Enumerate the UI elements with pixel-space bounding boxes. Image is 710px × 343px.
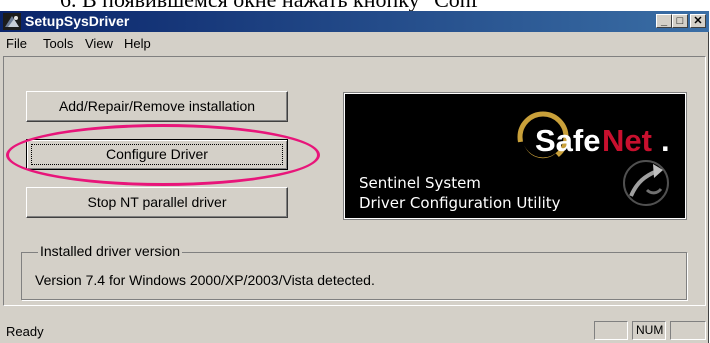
brand-dot-text: . bbox=[661, 123, 670, 158]
stop-nt-parallel-button[interactable]: Stop NT parallel driver bbox=[26, 187, 288, 218]
window-title: SetupSysDriver bbox=[25, 13, 130, 29]
status-pane-caps bbox=[594, 321, 628, 340]
menu-tools[interactable]: Tools bbox=[43, 36, 73, 51]
add-repair-remove-button[interactable]: Add/Repair/Remove installation bbox=[26, 91, 288, 122]
brand-safe-text: Safe bbox=[535, 123, 600, 158]
configure-driver-label: Configure Driver bbox=[106, 146, 208, 162]
status-pane-scroll bbox=[670, 321, 706, 340]
menu-bar: File Tools View Help bbox=[0, 32, 709, 54]
version-text: Version 7.4 for Windows 2000/XP/2003/Vis… bbox=[35, 272, 375, 288]
logo-line-2: Driver Configuration Utility bbox=[359, 194, 561, 212]
title-bar[interactable]: SetupSysDriver _ □ ✕ bbox=[0, 11, 709, 32]
refresh-arrow-icon bbox=[623, 160, 669, 206]
menu-view[interactable]: View bbox=[85, 36, 113, 51]
menu-file[interactable]: File bbox=[6, 36, 27, 51]
app-window: SetupSysDriver _ □ ✕ File Tools View Hel… bbox=[0, 11, 709, 343]
installed-driver-group-title: Installed driver version bbox=[38, 243, 183, 259]
minimize-button[interactable]: _ bbox=[656, 14, 672, 28]
status-ready-text: Ready bbox=[6, 324, 44, 339]
app-icon bbox=[3, 13, 21, 30]
status-pane-num: NUM bbox=[632, 321, 666, 340]
close-button[interactable]: ✕ bbox=[690, 14, 706, 28]
brand-net-text: Net bbox=[602, 123, 652, 158]
safenet-logo-panel: Safe Net . Sentinel System Driver Config… bbox=[344, 93, 686, 219]
logo-line-1: Sentinel System bbox=[359, 174, 481, 192]
configure-driver-button[interactable]: Configure Driver bbox=[26, 139, 288, 170]
maximize-button[interactable]: □ bbox=[672, 14, 688, 28]
menu-help[interactable]: Help bbox=[124, 36, 151, 51]
status-bar: Ready NUM bbox=[0, 319, 709, 343]
